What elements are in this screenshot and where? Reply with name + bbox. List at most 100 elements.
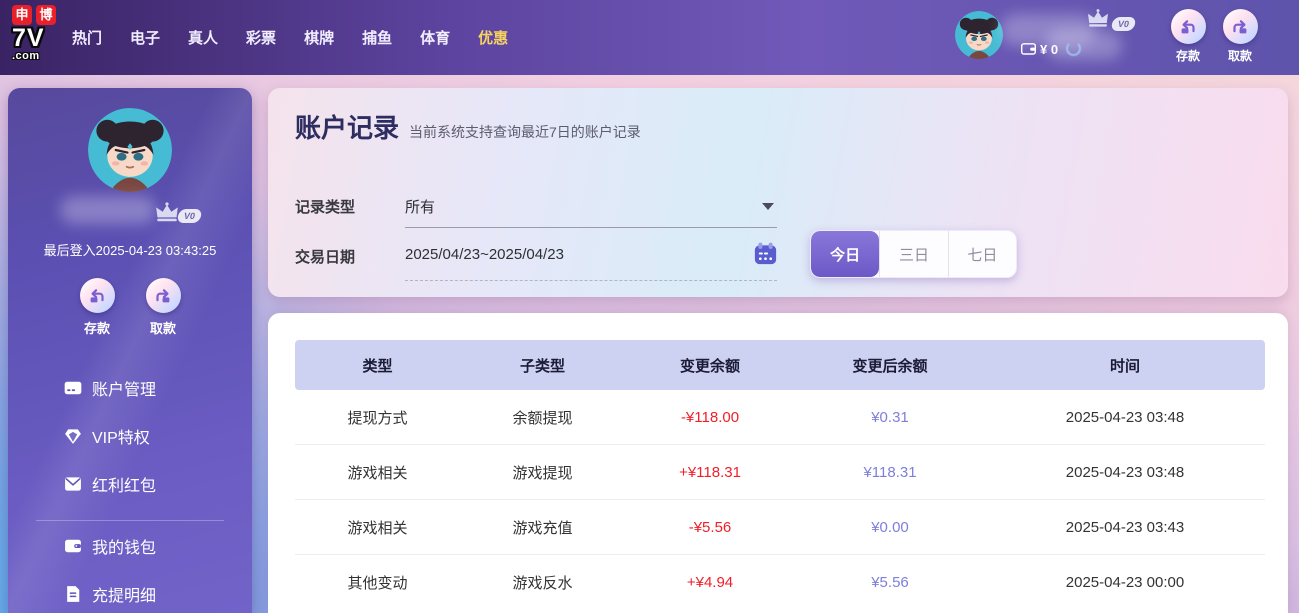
cell-subtype: 游戏提现 — [460, 462, 625, 483]
table-row: 其他变动 游戏反水 +¥4.94 ¥5.56 2025-04-23 00:00 — [295, 555, 1265, 610]
table-row: 提现方式 余额提现 -¥118.00 ¥0.31 2025-04-23 03:4… — [295, 390, 1265, 445]
cell-after-balance: ¥5.56 — [795, 574, 985, 591]
wallet-icon — [1020, 40, 1037, 57]
chevron-down-icon[interactable] — [762, 203, 774, 210]
header-after-balance: 变更后余额 — [795, 355, 985, 376]
deposit-icon — [1171, 9, 1206, 44]
date-range-group: 今日 三日 七日 — [810, 230, 1017, 278]
vip-crown-icon — [1086, 9, 1110, 28]
nav-item-board[interactable]: 棋牌 — [304, 27, 334, 48]
panel-title-row: 账户记录 当前系统支持查询最近7日的账户记录 — [295, 108, 641, 145]
sidebar-withdraw-label: 取款 — [150, 318, 176, 337]
cell-subtype: 余额提现 — [460, 407, 625, 428]
refresh-balance-icon[interactable] — [1066, 41, 1081, 56]
statement-icon — [63, 584, 83, 604]
sidebar-wallet-actions: 存款 取款 — [8, 278, 252, 337]
nav-item-live[interactable]: 真人 — [188, 27, 218, 48]
cell-time: 2025-04-23 03:43 — [985, 519, 1265, 536]
sidebar-item-account-management[interactable]: 账户管理 — [8, 364, 252, 412]
withdraw-label: 取款 — [1228, 47, 1252, 64]
profile-vip-crown-icon — [154, 202, 180, 223]
sidebar: V0 最后登入2025-04-23 03:43:25 存款 取款 账户管理 VI… — [8, 88, 252, 613]
transaction-date-underline — [405, 280, 777, 281]
cell-time: 2025-04-23 03:48 — [985, 409, 1265, 426]
cell-after-balance: ¥0.31 — [795, 409, 985, 426]
nav-item-fishing[interactable]: 捕鱼 — [362, 27, 392, 48]
header-subtype: 子类型 — [460, 355, 625, 376]
sidebar-item-label: 我的钱包 — [92, 534, 156, 558]
brand-badge-right: 博 — [36, 5, 56, 25]
cell-subtype: 游戏充值 — [460, 517, 625, 538]
cell-type: 游戏相关 — [295, 517, 460, 538]
user-avatar[interactable] — [955, 11, 1003, 59]
cell-change: -¥5.56 — [625, 519, 795, 536]
record-type-select[interactable]: 所有 — [405, 196, 735, 217]
last-login-text: 最后登入2025-04-23 03:43:25 — [8, 240, 252, 259]
nav-item-slots[interactable]: 电子 — [130, 27, 160, 48]
record-type-label: 记录类型 — [295, 196, 355, 217]
cell-subtype: 游戏反水 — [460, 572, 625, 593]
header-type: 类型 — [295, 355, 460, 376]
range-button-seven-days[interactable]: 七日 — [948, 231, 1016, 277]
header-change: 变更余额 — [625, 355, 795, 376]
header-time: 时间 — [985, 355, 1265, 376]
cell-change: -¥118.00 — [625, 409, 795, 426]
wallet-icon — [63, 536, 83, 556]
deposit-button[interactable]: 存款 — [1168, 9, 1208, 64]
red-packet-icon — [63, 474, 83, 494]
bank-card-icon — [63, 378, 83, 398]
sidebar-item-label: 账户管理 — [92, 376, 156, 400]
account-records-panel: 账户记录 当前系统支持查询最近7日的账户记录 记录类型 所有 交易日期 2025… — [268, 88, 1288, 297]
sidebar-deposit-label: 存款 — [84, 318, 110, 337]
range-button-today[interactable]: 今日 — [811, 231, 879, 277]
cell-time: 2025-04-23 03:48 — [985, 464, 1265, 481]
sidebar-item-label: 红利红包 — [92, 472, 156, 496]
nav-item-hot[interactable]: 热门 — [72, 27, 102, 48]
vip-gem-icon — [63, 426, 83, 446]
profile-vip-level-badge: V0 — [177, 209, 203, 223]
records-table-panel: 类型 子类型 变更余额 变更后余额 时间 提现方式 余额提现 -¥118.00 … — [268, 313, 1288, 613]
deposit-label: 存款 — [1176, 47, 1200, 64]
transaction-date-label: 交易日期 — [295, 246, 355, 267]
cell-after-balance: ¥0.00 — [795, 519, 985, 536]
brand-logo[interactable]: 申 博 7V .com — [12, 5, 68, 61]
sidebar-item-my-wallet[interactable]: 我的钱包 — [8, 522, 252, 570]
profile-name-row: V0 — [8, 194, 252, 226]
sidebar-deposit-icon — [80, 278, 115, 313]
brand-suffix: .com — [12, 51, 68, 61]
table-header-row: 类型 子类型 变更余额 变更后余额 时间 — [295, 340, 1265, 390]
top-nav: 申 博 7V .com 热门 电子 真人 彩票 棋牌 捕鱼 体育 优惠 V0 ¥… — [0, 0, 1299, 75]
nav-item-lottery[interactable]: 彩票 — [246, 27, 276, 48]
sidebar-divider — [36, 520, 224, 521]
table-row: 游戏相关 游戏充值 -¥5.56 ¥0.00 2025-04-23 03:43 — [295, 500, 1265, 555]
vip-level-badge: V0 — [1111, 17, 1137, 31]
profile-avatar — [88, 108, 172, 192]
sidebar-withdraw-button[interactable]: 取款 — [143, 278, 183, 337]
balance-blurred — [1046, 30, 1122, 60]
transaction-date-input[interactable]: 2025/04/23~2025/04/23 — [405, 246, 735, 263]
cell-type: 其他变动 — [295, 572, 460, 593]
withdraw-icon — [1223, 9, 1258, 44]
range-button-three-days[interactable]: 三日 — [879, 231, 947, 277]
nav-item-promo[interactable]: 优惠 — [478, 27, 508, 48]
brand-badges: 申 博 — [12, 5, 68, 25]
page-subtitle: 当前系统支持查询最近7日的账户记录 — [409, 122, 641, 142]
sidebar-item-label: VIP特权 — [92, 424, 150, 448]
table-row: 游戏相关 游戏提现 +¥118.31 ¥118.31 2025-04-23 03… — [295, 445, 1265, 500]
nav-item-sports[interactable]: 体育 — [420, 27, 450, 48]
calendar-icon[interactable] — [753, 241, 778, 266]
sidebar-item-vip-privileges[interactable]: VIP特权 — [8, 412, 252, 460]
sidebar-item-deposit-withdraw-details[interactable]: 充提明细 — [8, 570, 252, 613]
sidebar-item-bonus-redpacket[interactable]: 红利红包 — [8, 460, 252, 508]
brand-badge-left: 申 — [12, 5, 32, 25]
cell-type: 提现方式 — [295, 407, 460, 428]
sidebar-menu: 账户管理 VIP特权 红利红包 我的钱包 充提明细 — [8, 364, 252, 613]
withdraw-button[interactable]: 取款 — [1220, 9, 1260, 64]
sidebar-withdraw-icon — [146, 278, 181, 313]
cell-change: +¥118.31 — [625, 464, 795, 481]
records-table: 类型 子类型 变更余额 变更后余额 时间 提现方式 余额提现 -¥118.00 … — [295, 340, 1265, 610]
sidebar-deposit-button[interactable]: 存款 — [77, 278, 117, 337]
cell-after-balance: ¥118.31 — [795, 464, 985, 481]
profile-username-blurred — [60, 196, 156, 224]
brand-name: 7V — [12, 25, 68, 51]
